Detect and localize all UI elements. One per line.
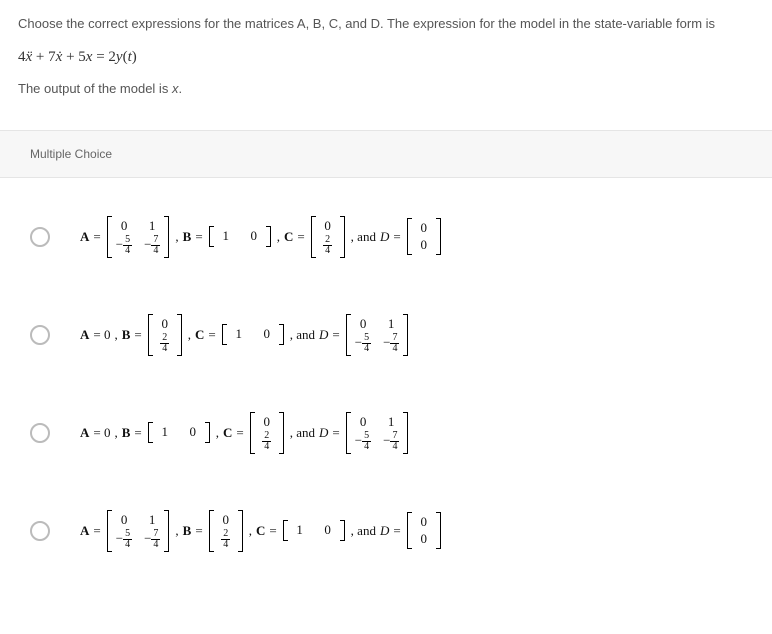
- choice-expression: A = 01−54−74, B = 10, C = 024, and D = 0…: [80, 216, 443, 258]
- radio-opt-d[interactable]: [30, 521, 50, 541]
- section-label: Multiple Choice: [0, 130, 772, 178]
- choice-expression: A = 0, B = 10, C = 024, and D = 01−54−74: [80, 412, 410, 454]
- radio-opt-c[interactable]: [30, 423, 50, 443]
- choices-list: A = 01−54−74, B = 10, C = 024, and D = 0…: [0, 178, 772, 600]
- choice-opt-c[interactable]: A = 0, B = 10, C = 024, and D = 01−54−74: [0, 384, 772, 482]
- question-output-line: The output of the model is x.: [18, 79, 754, 100]
- radio-opt-a[interactable]: [30, 227, 50, 247]
- choice-expression: A = 0, B = 024, C = 10, and D = 01−54−74: [80, 314, 410, 356]
- choice-expression: A = 01−54−74, B = 024, C = 10, and D = 0…: [80, 510, 443, 552]
- question-equation: 4ẍ + 7ẋ + 5x = 2y(t): [18, 45, 754, 69]
- radio-opt-b[interactable]: [30, 325, 50, 345]
- question-text: Choose the correct expressions for the m…: [0, 0, 772, 130]
- question-prompt: Choose the correct expressions for the m…: [18, 14, 754, 35]
- choice-opt-a[interactable]: A = 01−54−74, B = 10, C = 024, and D = 0…: [0, 188, 772, 286]
- choice-opt-b[interactable]: A = 0, B = 024, C = 10, and D = 01−54−74: [0, 286, 772, 384]
- choice-opt-d[interactable]: A = 01−54−74, B = 024, C = 10, and D = 0…: [0, 482, 772, 580]
